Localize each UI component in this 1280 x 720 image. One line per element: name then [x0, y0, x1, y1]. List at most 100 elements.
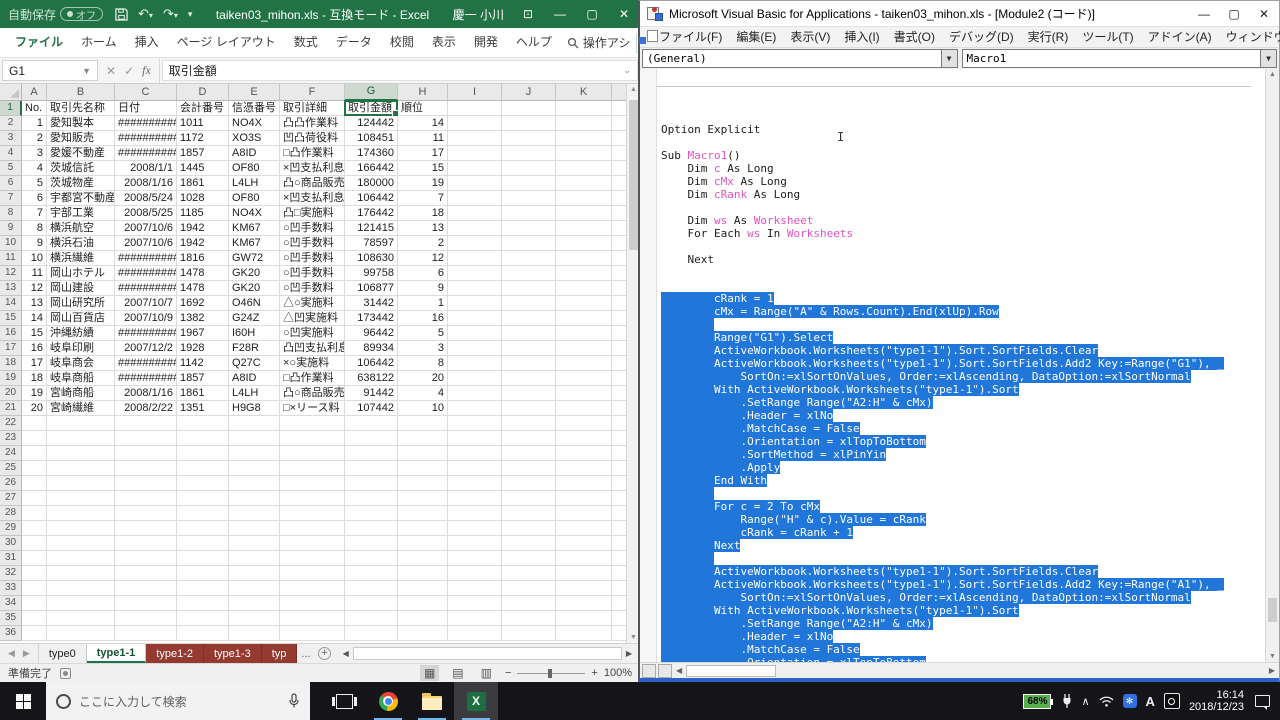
cell[interactable]: 取引先名称 — [47, 101, 115, 116]
formula-bar-input[interactable]: 取引金額 ⌄ — [162, 60, 638, 81]
cell[interactable]: Q27C — [229, 356, 280, 371]
cell[interactable] — [177, 596, 229, 611]
cell[interactable] — [502, 581, 556, 596]
cell[interactable] — [448, 431, 502, 446]
vba-menu-item[interactable]: デバッグ(D) — [942, 27, 1021, 48]
cell[interactable] — [177, 611, 229, 626]
cell[interactable] — [229, 461, 280, 476]
cell[interactable] — [398, 551, 448, 566]
cell[interactable] — [280, 626, 345, 641]
cell[interactable]: 1861 — [177, 176, 229, 191]
cell[interactable]: 1 — [398, 296, 448, 311]
cell[interactable] — [448, 191, 502, 206]
cell[interactable]: 1351 — [177, 401, 229, 416]
tabbar-scroll-right-icon[interactable]: ▶ — [622, 649, 636, 658]
cell[interactable] — [47, 566, 115, 581]
cell[interactable] — [345, 626, 398, 641]
cell[interactable] — [398, 581, 448, 596]
cell[interactable] — [502, 281, 556, 296]
cell[interactable]: 岡山研究所 — [47, 296, 115, 311]
action-center-icon[interactable] — [1255, 695, 1270, 707]
cell[interactable]: 9 — [22, 236, 47, 251]
cell[interactable]: 7 — [22, 206, 47, 221]
macro-record-icon[interactable] — [60, 668, 71, 679]
cell[interactable] — [448, 161, 502, 176]
cell[interactable]: 8 — [398, 356, 448, 371]
cell[interactable] — [556, 596, 612, 611]
cell[interactable]: 174360 — [345, 146, 398, 161]
cell[interactable]: 1172 — [177, 131, 229, 146]
cell[interactable] — [556, 626, 612, 641]
cell[interactable] — [448, 596, 502, 611]
cell[interactable] — [398, 491, 448, 506]
cell[interactable]: 5 — [398, 326, 448, 341]
cell[interactable]: 5 — [22, 176, 47, 191]
row-header-9[interactable]: 9 — [0, 221, 22, 236]
cell[interactable] — [345, 566, 398, 581]
row-header-34[interactable]: 34 — [0, 596, 22, 611]
cell[interactable] — [22, 431, 47, 446]
cell[interactable] — [502, 176, 556, 191]
cell[interactable]: 19 — [22, 386, 47, 401]
cell[interactable] — [502, 521, 556, 536]
cell[interactable] — [556, 611, 612, 626]
cell[interactable]: 日付 — [115, 101, 177, 116]
sheet-tab-type0[interactable]: type0 — [39, 644, 87, 663]
cell[interactable]: 176442 — [345, 206, 398, 221]
cell[interactable]: 1857 — [177, 371, 229, 386]
cell[interactable] — [280, 551, 345, 566]
column-header-D[interactable]: D — [177, 84, 229, 101]
cell[interactable]: 99758 — [345, 266, 398, 281]
column-header-C[interactable]: C — [115, 84, 177, 101]
dropdown-arrow-icon[interactable]: ▼ — [941, 50, 957, 67]
cell[interactable] — [280, 536, 345, 551]
cell[interactable]: 2008/2/22 — [115, 401, 177, 416]
vba-menu-item[interactable]: ウィンドウ(W) — [1219, 27, 1280, 48]
cell[interactable] — [398, 506, 448, 521]
cell[interactable] — [502, 266, 556, 281]
scroll-up-icon[interactable]: ▲ — [630, 86, 637, 93]
cell[interactable] — [115, 536, 177, 551]
cell[interactable]: ########## — [115, 266, 177, 281]
cell[interactable]: 1382 — [177, 311, 229, 326]
cell[interactable]: 4 — [398, 386, 448, 401]
cell[interactable]: 78597 — [345, 236, 398, 251]
cell[interactable] — [502, 461, 556, 476]
cell[interactable] — [115, 491, 177, 506]
cell[interactable]: ########## — [115, 116, 177, 131]
cell[interactable]: GK20 — [229, 281, 280, 296]
cell[interactable] — [280, 476, 345, 491]
cell[interactable] — [502, 431, 556, 446]
cell[interactable] — [398, 476, 448, 491]
vba-maximize-button[interactable]: ▢ — [1219, 1, 1249, 26]
ribbon-tab-6[interactable]: 校閲 — [381, 28, 423, 57]
cell[interactable]: 横浜航空 — [47, 221, 115, 236]
cell[interactable] — [556, 521, 612, 536]
row-header-14[interactable]: 14 — [0, 296, 22, 311]
cell[interactable] — [22, 521, 47, 536]
cell[interactable]: △○実施料 — [280, 296, 345, 311]
cell[interactable]: 愛媛不動産 — [47, 146, 115, 161]
cell[interactable]: 14 — [398, 116, 448, 131]
cell[interactable] — [47, 476, 115, 491]
cell[interactable]: 2007/10/7 — [115, 296, 177, 311]
cell[interactable]: □凸作業料 — [280, 146, 345, 161]
column-header-B[interactable]: B — [47, 84, 115, 101]
cell[interactable] — [22, 476, 47, 491]
cell[interactable]: 岡山百貨店 — [47, 311, 115, 326]
cell[interactable] — [556, 281, 612, 296]
row-header-27[interactable]: 27 — [0, 491, 22, 506]
maximize-button[interactable]: ▢ — [576, 0, 608, 28]
cell[interactable] — [47, 416, 115, 431]
cell[interactable]: ○凹手数料 — [280, 266, 345, 281]
cell[interactable] — [448, 581, 502, 596]
cell[interactable]: 8 — [22, 221, 47, 236]
hidden-icons-chevron[interactable]: ∧ — [1081, 695, 1089, 708]
cell[interactable] — [502, 506, 556, 521]
column-header-E[interactable]: E — [229, 84, 280, 101]
cell[interactable] — [448, 491, 502, 506]
cell[interactable]: 1942 — [177, 221, 229, 236]
name-box[interactable]: G1▼ — [2, 60, 98, 81]
cell[interactable] — [502, 206, 556, 221]
cell[interactable] — [345, 536, 398, 551]
